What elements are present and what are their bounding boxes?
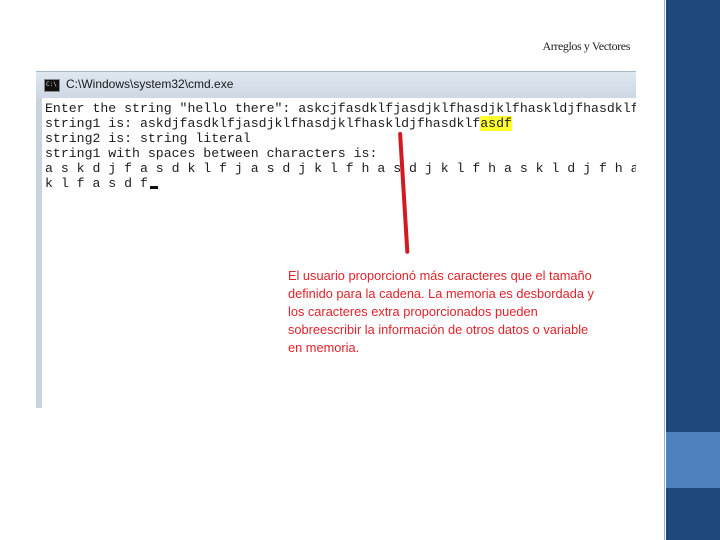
console-line-spaced-2-text: k l f a s d f <box>45 176 148 191</box>
console-line-spaced-2: k l f a s d f <box>45 176 158 191</box>
slide-divider-line <box>664 0 665 540</box>
window-titlebar[interactable]: C:\ C:\Windows\system32\cmd.exe <box>36 71 636 98</box>
cmd-icon: C:\ <box>44 79 60 92</box>
cmd-window-screenshot: C:\ C:\Windows\system32\cmd.exe Enter th… <box>36 71 636 408</box>
slide-sidebar-accent <box>666 432 720 488</box>
slide-sidebar-bottom <box>666 488 720 540</box>
console-line-string1: string1 is: askdjfasdklfjasdjklfhasdjklf… <box>45 116 512 131</box>
console-line-string1-text: string1 is: askdjfasdklfjasdjklfhasdjklf… <box>45 116 481 131</box>
slide-title: Arreglos y Vectores <box>542 39 631 53</box>
slide-sidebar-top <box>666 0 720 432</box>
console-output[interactable]: Enter the string "hello there": askcjfas… <box>42 98 636 408</box>
overflow-highlight: asdf <box>480 116 512 131</box>
annotation-text: El usuario proporcionó más caracteres qu… <box>288 268 594 355</box>
window-title: C:\Windows\system32\cmd.exe <box>66 77 234 91</box>
console-line-spaced-header: string1 with spaces between characters i… <box>45 146 378 161</box>
console-cursor <box>149 186 158 189</box>
console-line-spaced-1: a s k d j f a s d k l f j a s d j k l f … <box>45 161 636 176</box>
console-line-string2: string2 is: string literal <box>45 131 251 146</box>
console-line-prompt: Enter the string "hello there": askcjfas… <box>45 101 636 116</box>
